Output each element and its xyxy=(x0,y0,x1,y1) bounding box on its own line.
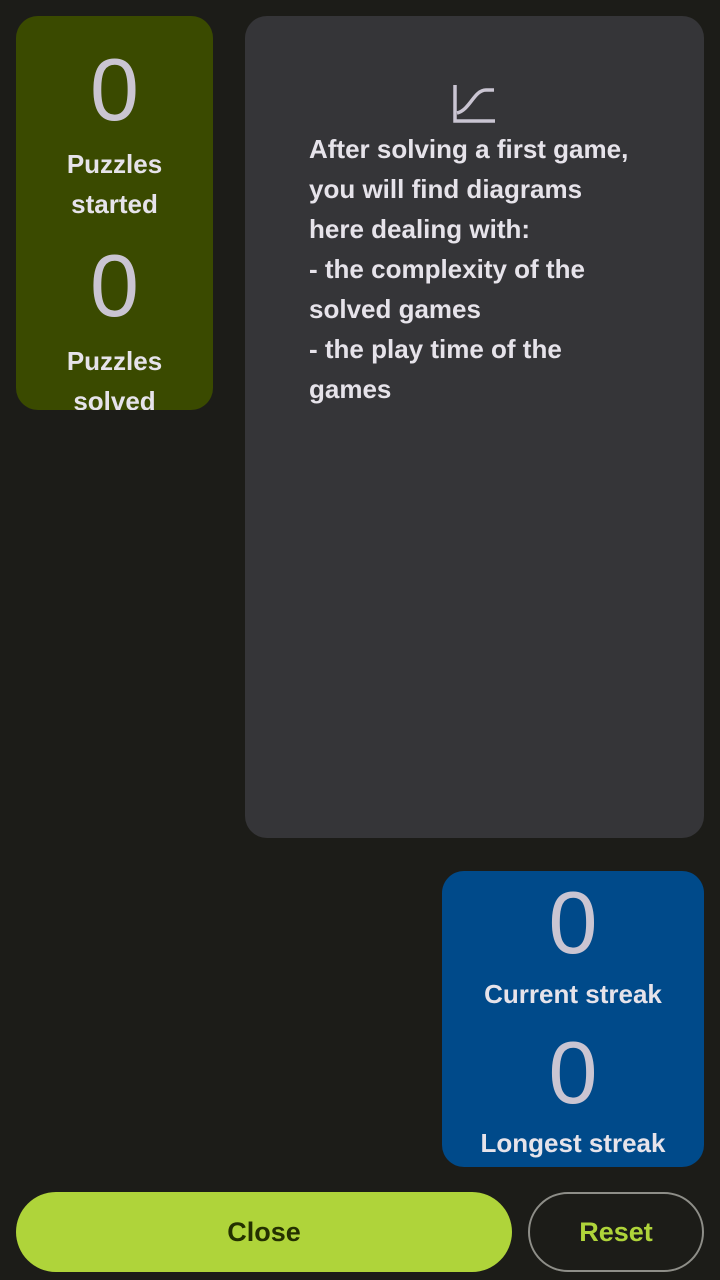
chart-curve-icon xyxy=(453,85,495,123)
puzzles-started-value: 0 xyxy=(90,40,139,139)
current-streak-value: 0 xyxy=(548,873,598,972)
puzzles-solved-value: 0 xyxy=(90,236,139,335)
longest-streak-value: 0 xyxy=(548,1023,598,1122)
diagram-card: After solving a first game, you will fin… xyxy=(245,16,704,838)
puzzles-stats-card: 0 Puzzles started 0 Puzzles solved xyxy=(16,16,213,410)
streak-card: 0 Current streak 0 Longest streak xyxy=(442,871,704,1167)
puzzles-solved-label: Puzzles solved xyxy=(66,346,163,410)
diagram-empty-message: After solving a first game, you will fin… xyxy=(309,134,629,404)
close-button[interactable]: Close xyxy=(16,1192,512,1272)
puzzles-started-label: Puzzles started xyxy=(66,149,163,219)
current-streak-label: Current streak xyxy=(484,979,662,1009)
longest-streak-label: Longest streak xyxy=(480,1128,666,1158)
reset-button[interactable]: Reset xyxy=(528,1192,704,1272)
